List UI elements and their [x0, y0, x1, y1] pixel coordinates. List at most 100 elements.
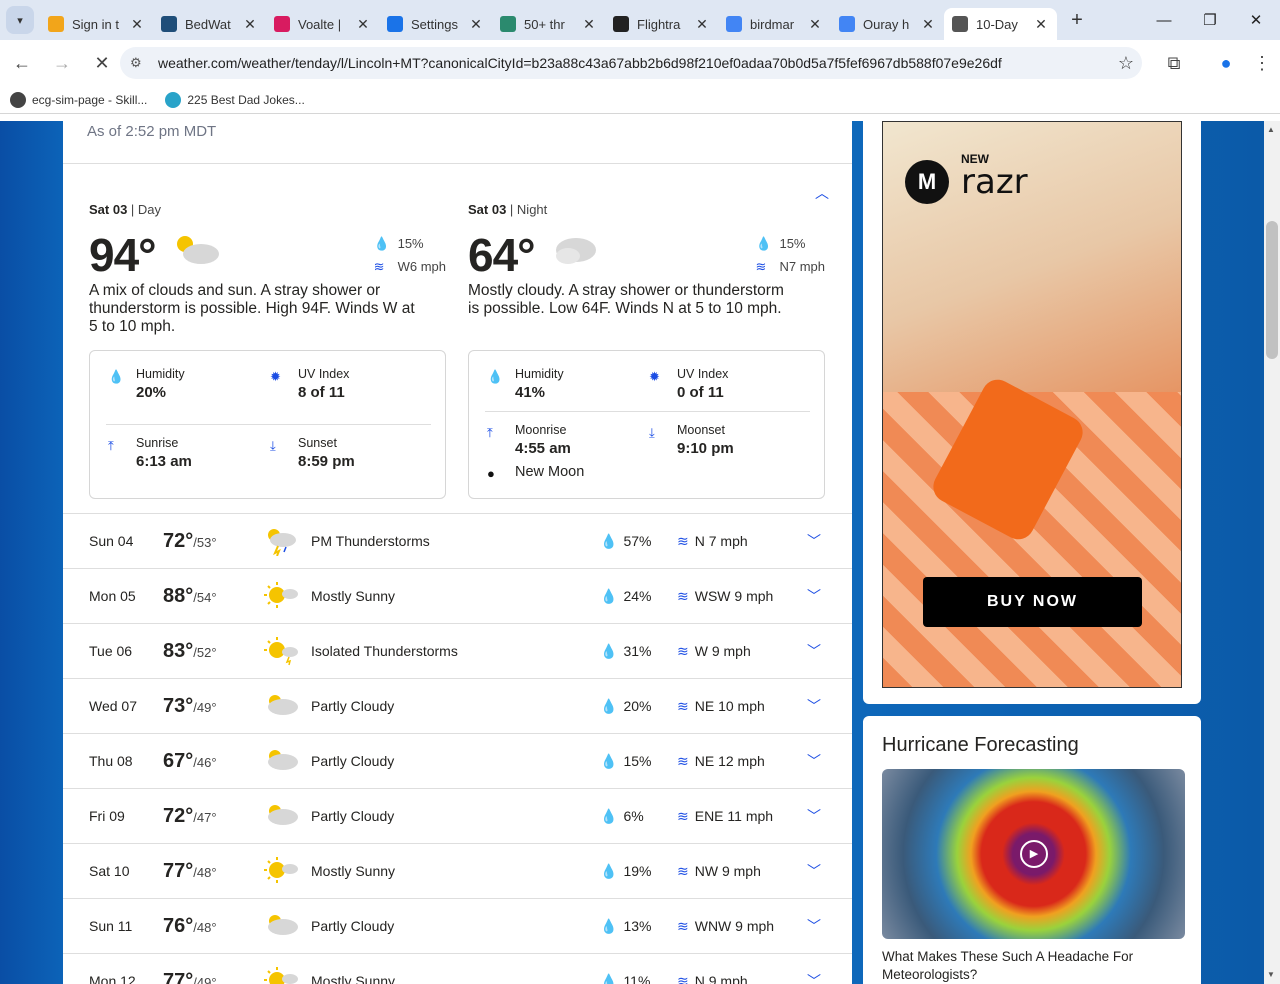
scroll-up-icon[interactable]: ▲ — [1267, 125, 1275, 134]
site-info-icon[interactable]: ⚙ — [130, 55, 152, 71]
browser-tab[interactable]: BedWat ✕ — [153, 8, 266, 40]
row-precip: 💧 15% — [600, 753, 651, 770]
moon-phase-label: New Moon — [515, 464, 585, 480]
tab-close-icon[interactable]: ✕ — [355, 16, 371, 33]
bookmark-favicon-icon — [165, 91, 182, 108]
chevron-down-icon[interactable]: ﹀ — [807, 586, 821, 606]
stat-value: 20% — [136, 384, 167, 401]
back-icon[interactable]: ← — [4, 45, 40, 81]
video-caption[interactable]: What Makes These Such A Headache For Met… — [882, 948, 1182, 984]
row-wind: ≋ W 9 mph — [677, 643, 751, 660]
low-temp: /46° — [193, 754, 217, 770]
browser-tab[interactable]: Flightra ✕ — [605, 8, 718, 40]
raindrop-icon: 💧 — [600, 972, 618, 984]
forecast-day-row[interactable]: Sun 11 76°/48° Partly Cloudy 💧 13% ≋ WNW 9 mph… — [63, 898, 852, 953]
tab-favicon-icon — [839, 16, 855, 32]
scroll-thumb[interactable] — [1266, 221, 1278, 359]
row-condition: Isolated Thunderstorms — [311, 643, 458, 659]
forecast-day-row[interactable]: Mon 05 88°/54° Mostly Sunny 💧 24% ≋ WSW 9 mph ﹀ — [63, 568, 852, 623]
stop-loading-icon[interactable]: ✕ — [84, 45, 120, 81]
browser-tab[interactable]: Settings ✕ — [379, 8, 492, 40]
partly-cloudy-icon — [263, 691, 299, 721]
scroll-down-icon[interactable]: ▼ — [1267, 970, 1275, 979]
close-window-button[interactable]: ✕ — [1233, 0, 1279, 40]
low-temp: /52° — [193, 644, 217, 660]
day-date: Sat 03 — [89, 202, 128, 217]
new-tab-button[interactable]: + — [1063, 9, 1091, 32]
tab-title: Settings — [411, 16, 458, 32]
play-icon[interactable]: ▶ — [1020, 840, 1048, 868]
browser-tab[interactable]: Ouray h ✕ — [831, 8, 944, 40]
forecast-day-row[interactable]: Wed 07 73°/49° Partly Cloudy 💧 20% ≋ NE 10 mph… — [63, 678, 852, 733]
advertisement: M NEW razr BUY NOW — [863, 121, 1201, 704]
night-details-box: 💧 Humidity 41% ✹ UV Index 0 of 11 ⤒ Moonrise 4… — [468, 350, 825, 499]
chevron-down-icon[interactable]: ﹀ — [807, 916, 821, 936]
bookmark-star-icon[interactable]: ☆ — [1110, 53, 1142, 74]
address-bar[interactable]: ⚙ weather.com/weather/tenday/l/Lincoln+M… — [120, 47, 1142, 79]
tab-close-icon[interactable]: ✕ — [468, 16, 484, 33]
page-scrollbar[interactable]: ▲ ▼ — [1264, 121, 1280, 984]
ad-image[interactable]: M NEW razr BUY NOW — [882, 121, 1182, 688]
low-temp: /49° — [193, 699, 217, 715]
page-content: As of 2:52 pm MDT ︿ Sat 03 | Day 94° 💧 15… — [0, 121, 1264, 984]
row-wind: ≋ WNW 9 mph — [677, 918, 774, 935]
tab-list: Sign in t ✕ BedWat ✕ Voalte | ✕ Settings ✕ 50+ t… — [40, 0, 1057, 40]
extensions-icon[interactable]: ⧉ — [1156, 45, 1192, 81]
browser-tab[interactable]: 50+ thr ✕ — [492, 8, 605, 40]
tab-close-icon[interactable]: ✕ — [129, 16, 145, 33]
high-temp: 83° — [163, 639, 194, 662]
chevron-down-icon[interactable]: ﹀ — [807, 641, 821, 661]
chevron-down-icon[interactable]: ﹀ — [807, 861, 821, 881]
tab-search-button[interactable]: ▾ — [6, 6, 34, 34]
night-detail: Sat 03 | Night 64° 💧 15% ≋ N7 mph Mostly c… — [468, 202, 825, 502]
wind-icon: ≋ — [373, 259, 385, 274]
forecast-day-row[interactable]: Sat 10 77°/48° Mostly Sunny 💧 19% ≋ NW 9 mph ﹀ — [63, 843, 852, 898]
forecast-day-row[interactable]: Tue 06 83°/52° Isolated Thunderstorms 💧 31% ≋… — [63, 623, 852, 678]
chevron-down-icon[interactable]: ﹀ — [807, 696, 821, 716]
browser-tab[interactable]: Sign in t ✕ — [40, 8, 153, 40]
raindrop-icon: 💧 — [600, 532, 618, 549]
chevron-up-icon[interactable]: ︿ — [815, 183, 829, 203]
forward-icon[interactable]: → — [44, 45, 80, 81]
chevron-down-icon[interactable]: ﹀ — [807, 971, 821, 984]
browser-tab[interactable]: 10-Day ✕ — [944, 8, 1057, 40]
row-high-temp: 76°/48° — [163, 915, 217, 938]
url-text[interactable]: weather.com/weather/tenday/l/Lincoln+MT?… — [158, 55, 1110, 71]
forecast-day-row[interactable]: Thu 08 67°/46° Partly Cloudy 💧 15% ≋ NE 12 mph… — [63, 733, 852, 788]
tab-close-icon[interactable]: ✕ — [581, 16, 597, 33]
raindrop-icon: 💧 — [600, 752, 618, 769]
tab-close-icon[interactable]: ✕ — [1033, 16, 1049, 33]
wind-value: WSW 9 mph — [694, 587, 774, 604]
uv-icon: ✹ — [270, 369, 281, 384]
tab-close-icon[interactable]: ✕ — [242, 16, 258, 33]
night-narrative: Mostly cloudy. A stray shower or thunder… — [468, 282, 784, 317]
row-high-temp: 77°/48° — [163, 860, 217, 883]
forecast-day-row[interactable]: Fri 09 72°/47° Partly Cloudy 💧 6% ≋ ENE 11 mph… — [63, 788, 852, 843]
row-condition: Partly Cloudy — [311, 698, 395, 714]
hurricane-video-thumbnail[interactable]: ▶ — [882, 769, 1185, 939]
tab-close-icon[interactable]: ✕ — [807, 16, 823, 33]
forecast-day-row[interactable]: Mon 12 77°/49° Mostly Sunny 💧 11% ≋ N 9 mph ﹀ — [63, 953, 852, 984]
stat-label: Moonset — [677, 423, 725, 437]
profile-icon[interactable]: ● — [1208, 45, 1244, 81]
raindrop-icon: 💧 — [600, 697, 618, 714]
bookmark-item[interactable]: 225 Best Dad Jokes... — [165, 91, 305, 108]
browser-tab[interactable]: Voalte | ✕ — [266, 8, 379, 40]
uv-icon: ✹ — [649, 369, 660, 384]
chevron-down-icon[interactable]: ﹀ — [807, 751, 821, 771]
tab-close-icon[interactable]: ✕ — [694, 16, 710, 33]
row-precip: 💧 24% — [600, 588, 651, 605]
chevron-down-icon[interactable]: ﹀ — [807, 531, 821, 551]
minimize-button[interactable]: — — [1141, 0, 1187, 40]
bookmark-item[interactable]: ecg-sim-page - Skill... — [10, 91, 147, 108]
browser-tab[interactable]: birdmar ✕ — [718, 8, 831, 40]
maximize-button[interactable]: ❐ — [1187, 0, 1233, 40]
tab-close-icon[interactable]: ✕ — [920, 16, 936, 33]
row-day: Sat 10 — [89, 863, 130, 879]
high-temp: 88° — [163, 584, 194, 607]
menu-icon[interactable]: ⋮ — [1244, 45, 1280, 81]
buy-now-button[interactable]: BUY NOW — [923, 577, 1142, 627]
forecast-day-row[interactable]: Sun 04 72°/53° PM Thunderstorms 💧 57% ≋ N 7 mp… — [63, 513, 852, 568]
chevron-down-icon[interactable]: ﹀ — [807, 806, 821, 826]
hurricane-forecasting-card: Hurricane Forecasting ▶ What Makes These… — [863, 716, 1201, 984]
